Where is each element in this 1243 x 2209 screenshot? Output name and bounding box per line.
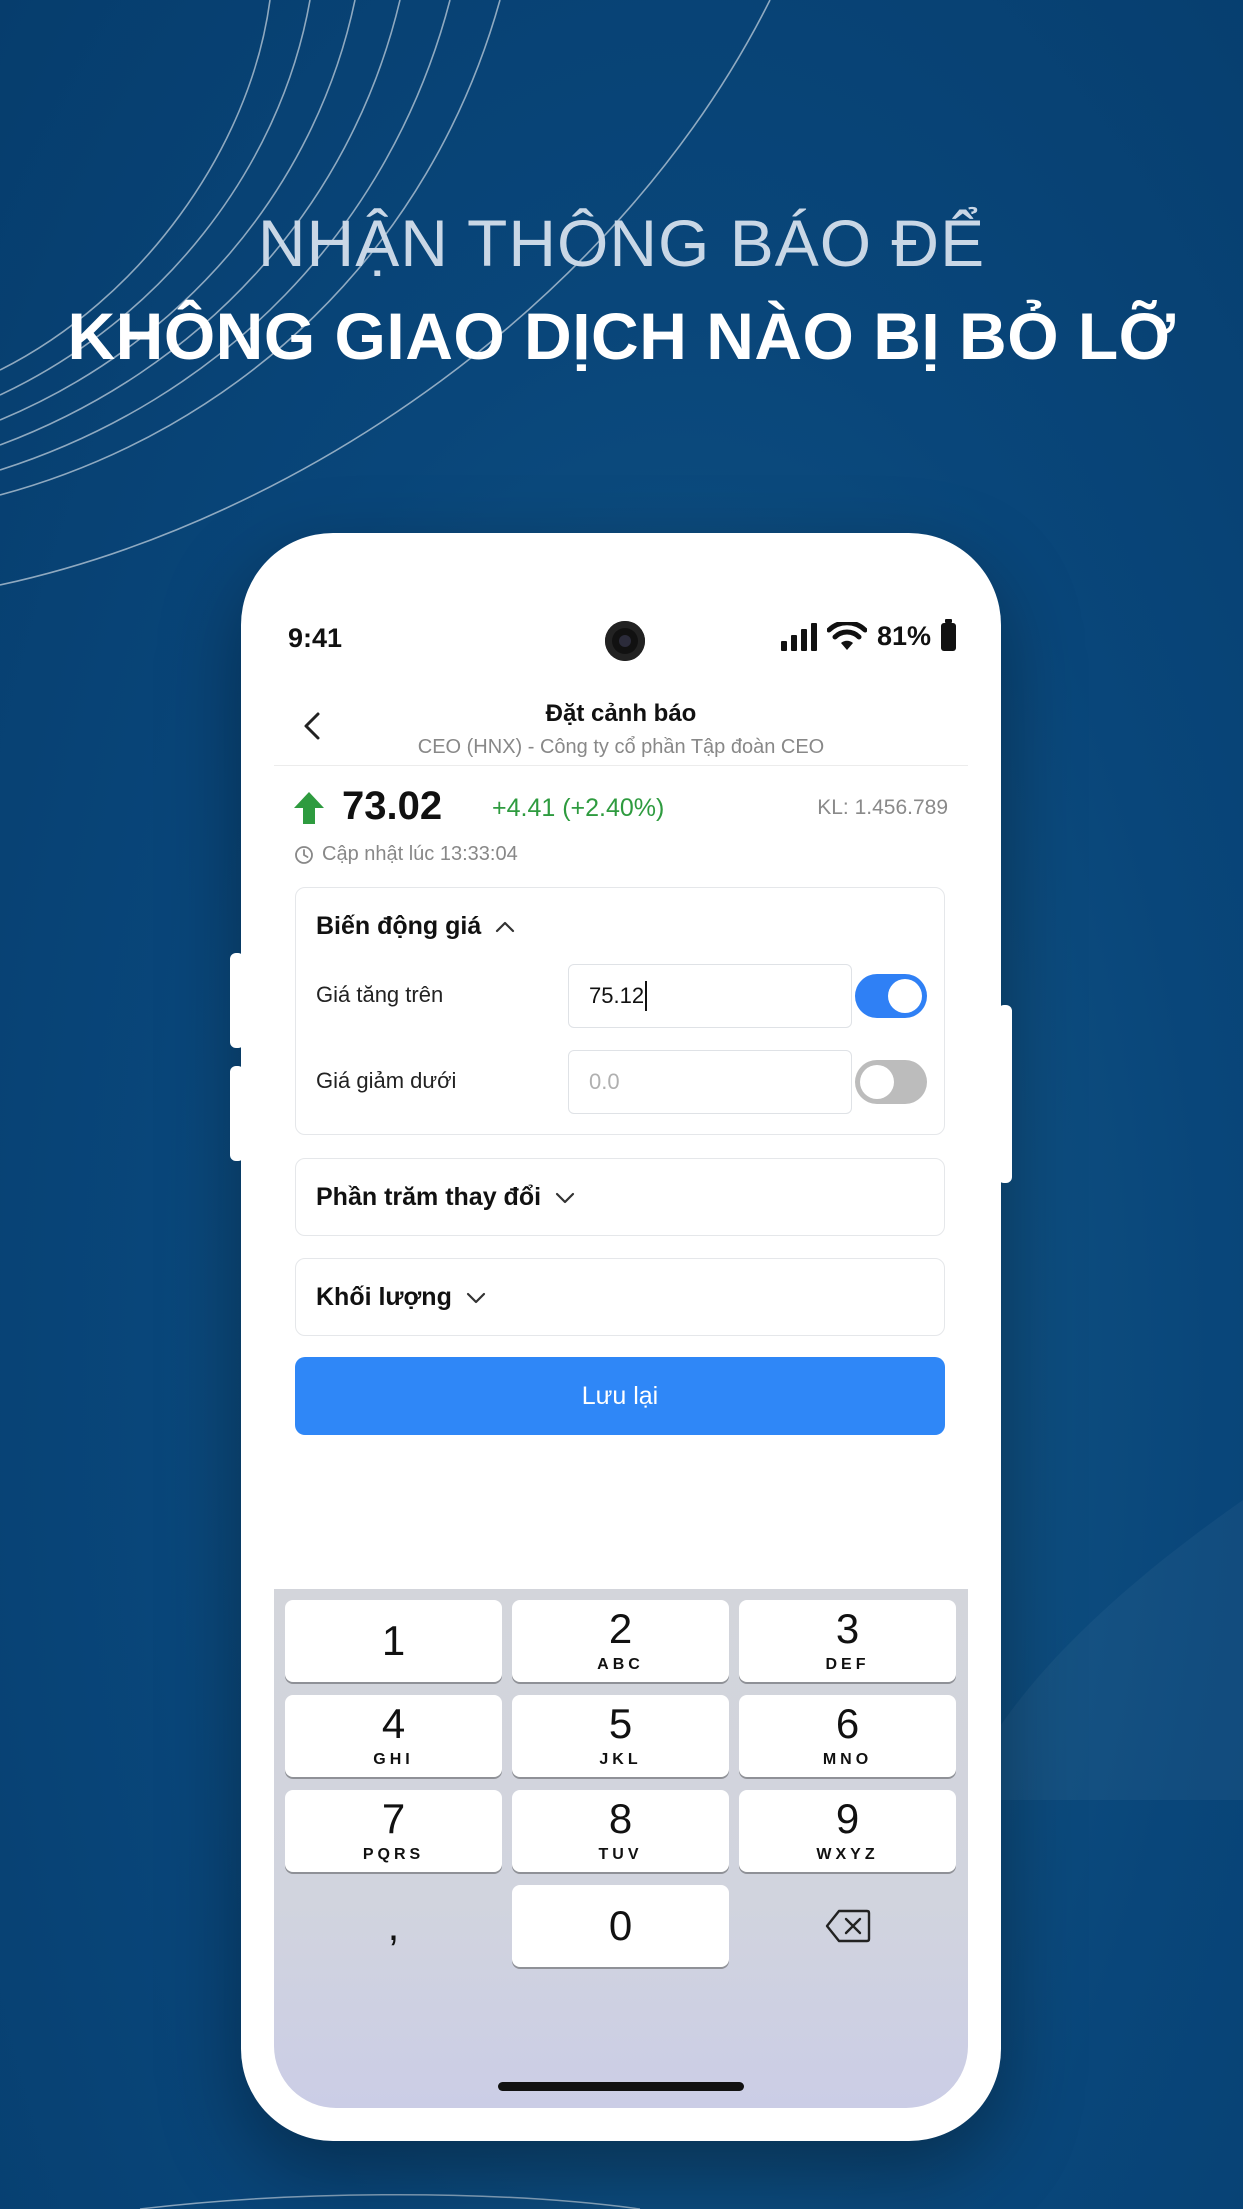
phone-screen: 9:41 81% Đặt cảnh báo CEO (HNX) - Công t…: [274, 566, 968, 2108]
numeric-keyboard: 1 2 ABC 3 DEF 4 GHI 5 JKL 6 MNO 7 PQRS 8…: [274, 1589, 968, 2108]
current-price: 73.02: [342, 784, 443, 828]
chevron-down-icon: [466, 1292, 485, 1303]
key-digit: 7: [381, 1795, 406, 1842]
section-title: Phần trăm thay đổi: [316, 1183, 542, 1211]
updated-time: Cập nhật lúc 13:33:04: [322, 843, 518, 865]
toggle-knob: [888, 979, 922, 1013]
rise-alert-row: Giá tăng trên 75.12: [316, 964, 927, 1028]
status-icons: 81%: [780, 618, 956, 652]
battery-percent: 81%: [876, 621, 931, 651]
key-4[interactable]: 4 GHI: [285, 1695, 502, 1777]
key-digit: ,: [387, 1902, 400, 1949]
headline-line-2: KHÔNG GIAO DỊCH NÀO BỊ BỎ LỠ: [67, 299, 1176, 373]
clock-icon: [295, 845, 313, 864]
fall-label: Giá giảm dưới: [316, 1068, 457, 1093]
key-digit: 5: [608, 1700, 633, 1747]
signal-icon: [780, 622, 817, 651]
key-letters: MNO: [822, 1751, 873, 1768]
delete-key[interactable]: [739, 1885, 956, 1967]
key-2[interactable]: 2 ABC: [512, 1600, 729, 1682]
chevron-up-icon: [496, 921, 515, 932]
text-caret: [645, 981, 648, 1011]
key-letters: TUV: [598, 1846, 643, 1863]
key-8[interactable]: 8 TUV: [512, 1790, 729, 1872]
rise-price-value: 75.12: [589, 983, 645, 1008]
fall-alert-toggle[interactable]: [855, 1060, 927, 1104]
volume-down-button: [230, 1066, 244, 1161]
key-digit: 0: [608, 1902, 633, 1949]
key-digit: 1: [381, 1617, 406, 1664]
section-title: Khối lượng: [316, 1283, 452, 1311]
price-change: +4.41 (+2.40%): [492, 794, 665, 822]
key-digit: 9: [835, 1795, 860, 1842]
save-button[interactable]: Lưu lại: [295, 1357, 945, 1435]
rise-alert-toggle[interactable]: [855, 974, 927, 1018]
trade-volume: KL: 1.456.789: [817, 796, 948, 819]
quote-row: 73.02 +4.41 (+2.40%) KL: 1.456.789: [294, 784, 948, 834]
key-letters: GHI: [373, 1751, 414, 1768]
key-6[interactable]: 6 MNO: [739, 1695, 956, 1777]
price-move-section: Biến động giá Giá tăng trên 75.12 Giá gi…: [295, 887, 945, 1135]
chevron-down-icon: [555, 1192, 575, 1203]
key-letters: PQRS: [362, 1846, 425, 1863]
camera-icon: [605, 621, 645, 661]
status-time: 9:41: [288, 623, 343, 653]
page-title: Đặt cảnh báo: [545, 700, 697, 727]
key-digit: 2: [608, 1605, 633, 1652]
status-bar: 9:41 81%: [274, 566, 968, 676]
key-1[interactable]: 1: [285, 1600, 502, 1682]
phone-frame: 9:41 81% Đặt cảnh báo CEO (HNX) - Công t…: [230, 533, 1012, 2141]
key-letters: WXYZ: [816, 1846, 879, 1863]
price-move-header[interactable]: Biến động giá: [316, 912, 515, 941]
updated-row: Cập nhật lúc 13:33:04: [294, 843, 518, 866]
key-letters: JKL: [599, 1751, 642, 1768]
fall-alert-row: Giá giảm dưới 0.0: [316, 1050, 927, 1114]
percent-change-header[interactable]: Phần trăm thay đổi: [316, 1183, 575, 1212]
backspace-icon: [825, 1909, 870, 1943]
arrow-up-icon: [294, 792, 324, 824]
power-button: [998, 1005, 1012, 1183]
section-title: Biến động giá: [316, 912, 482, 940]
volume-section[interactable]: Khối lượng: [295, 1258, 945, 1336]
home-indicator[interactable]: [498, 2082, 744, 2091]
fall-price-placeholder: 0.0: [589, 1069, 620, 1094]
key-0[interactable]: 0: [512, 1885, 729, 1967]
key-9[interactable]: 9 WXYZ: [739, 1790, 956, 1872]
percent-change-section[interactable]: Phần trăm thay đổi: [295, 1158, 945, 1236]
rise-label: Giá tăng trên: [316, 982, 444, 1007]
volume-header[interactable]: Khối lượng: [316, 1283, 486, 1312]
key-digit: 4: [381, 1700, 406, 1747]
fall-price-input[interactable]: 0.0: [568, 1050, 852, 1114]
key-digit: 3: [835, 1605, 860, 1652]
rise-price-input[interactable]: 75.12: [568, 964, 852, 1028]
page-subtitle: CEO (HNX) - Công ty cổ phần Tập đoàn CEO: [417, 736, 825, 758]
wifi-icon: [826, 621, 867, 650]
key-digit: 8: [608, 1795, 633, 1842]
key-7[interactable]: 7 PQRS: [285, 1790, 502, 1872]
key-5[interactable]: 5 JKL: [512, 1695, 729, 1777]
key-digit: 6: [835, 1700, 860, 1747]
battery-icon: [941, 618, 956, 651]
toggle-knob: [860, 1065, 894, 1099]
key-comma[interactable]: ,: [285, 1885, 502, 1967]
key-3[interactable]: 3 DEF: [739, 1600, 956, 1682]
key-letters: ABC: [597, 1656, 644, 1673]
key-letters: DEF: [825, 1656, 870, 1673]
headline-line-1: NHẬN THÔNG BÁO ĐỂ: [257, 206, 986, 280]
nav-bar: Đặt cảnh báo CEO (HNX) - Công ty cổ phần…: [274, 696, 968, 766]
volume-up-button: [230, 953, 244, 1048]
